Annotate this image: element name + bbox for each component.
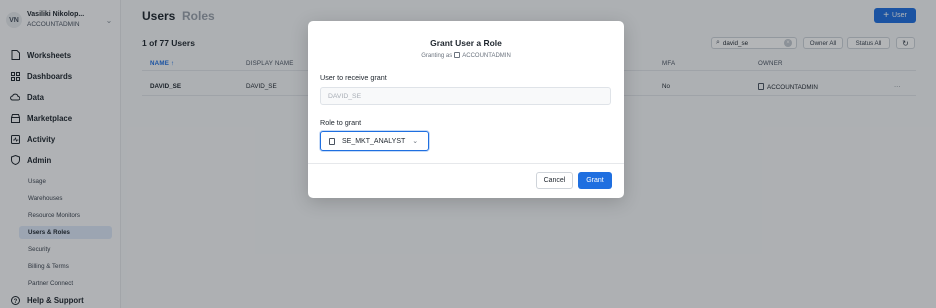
- cancel-button[interactable]: Cancel: [536, 172, 573, 189]
- granting-as-label: Granting as: [421, 53, 453, 59]
- role-icon: [329, 137, 335, 145]
- grant-role-dialog: Grant User a Role Granting as ACCOUNTADMI…: [308, 21, 624, 198]
- role-select-value: SE_MKT_ANALYST: [342, 137, 406, 145]
- role-select[interactable]: SE_MKT_ANALYST ⌄: [320, 131, 429, 151]
- dialog-subtitle: Granting as ACCOUNTADMIN: [308, 52, 624, 59]
- user-field-label: User to receive grant: [320, 73, 387, 82]
- role-field-label: Role to grant: [320, 118, 362, 127]
- grant-button[interactable]: Grant: [578, 172, 612, 189]
- dialog-divider: [308, 163, 624, 164]
- dialog-title: Grant User a Role: [430, 38, 502, 48]
- user-field[interactable]: DAVID_SE: [320, 87, 611, 105]
- role-icon: [454, 52, 461, 58]
- chevron-down-icon: ⌄: [412, 138, 419, 145]
- granting-as-role: ACCOUNTADMIN: [462, 53, 511, 59]
